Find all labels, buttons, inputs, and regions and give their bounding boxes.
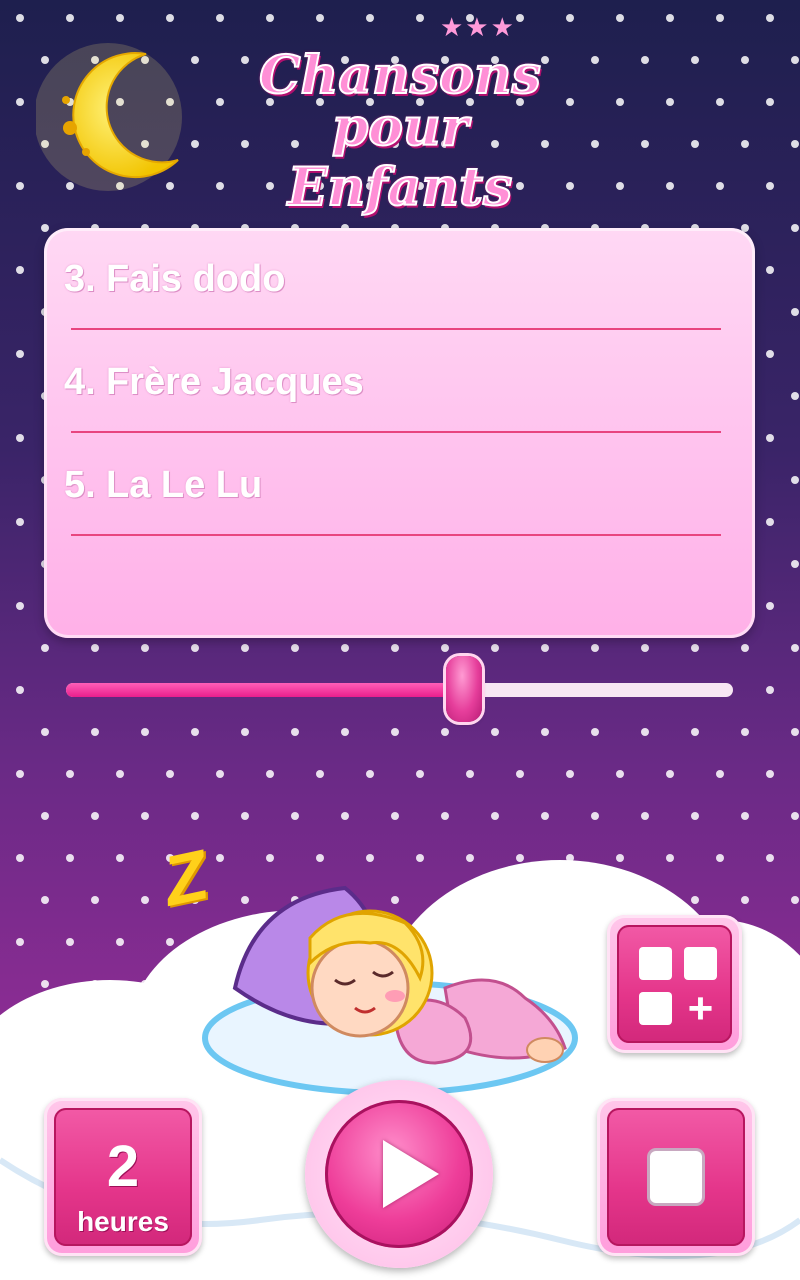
song-title: Fais dodo — [106, 258, 286, 300]
slider-thumb[interactable] — [446, 656, 483, 722]
stop-icon — [650, 1151, 702, 1203]
add-apps-icon: + — [639, 947, 719, 1031]
sleeping-baby-illustration — [202, 885, 578, 1096]
timer-unit: heures — [77, 1206, 169, 1237]
song-list-item[interactable]: 4. Frère Jacques — [64, 331, 729, 433]
song-divider — [71, 328, 721, 330]
song-number: 5. — [64, 464, 96, 506]
moon-icon — [36, 43, 182, 191]
song-title: Frère Jacques — [106, 361, 364, 403]
stop-button-face — [607, 1108, 745, 1246]
more-apps-button[interactable]: + — [607, 915, 742, 1053]
app-title-line2: Enfants — [287, 157, 514, 218]
song-list-item[interactable]: 3. Fais dodo — [64, 228, 729, 330]
song-list-item[interactable]: 5. La Le Lu — [64, 434, 729, 536]
stop-button[interactable] — [597, 1098, 755, 1256]
song-playlist: 3. Fais dodo 4. Frère Jacques 5. La Le L… — [44, 228, 755, 638]
play-button-face — [325, 1100, 473, 1248]
song-number: 4. — [64, 361, 96, 403]
song-divider — [71, 534, 721, 536]
playback-progress-slider[interactable] — [66, 656, 733, 722]
song-title: La Le Lu — [106, 464, 263, 506]
sleep-timer-button[interactable]: 2 heures — [44, 1098, 202, 1256]
song-number: 3. — [64, 258, 96, 300]
timer-button-face: 2 heures — [54, 1108, 192, 1246]
app-title-line1: Chansons pour — [258, 45, 542, 158]
app-screen: ★★★ Chansons pour Enfants 3. Fais dodo 4… — [0, 0, 800, 1280]
apps-button-face: + — [617, 925, 732, 1043]
song-divider — [71, 431, 721, 433]
timer-value: 2 — [106, 1134, 140, 1199]
app-logo-title: Chansons pour Enfants — [200, 28, 600, 215]
slider-fill — [66, 683, 465, 697]
play-icon — [383, 1140, 439, 1208]
play-button[interactable] — [305, 1080, 493, 1268]
